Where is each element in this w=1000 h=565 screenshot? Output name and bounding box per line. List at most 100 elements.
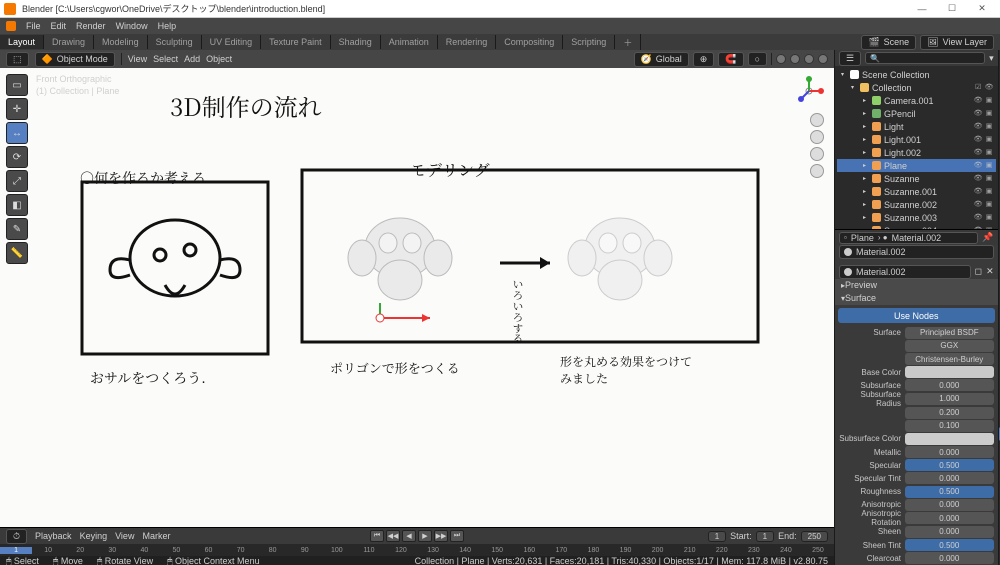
shading-rendered-icon[interactable] xyxy=(818,54,828,64)
jump-start-button[interactable]: ⏮ xyxy=(370,530,384,542)
anisotropic-rot-field[interactable]: 0.000 xyxy=(905,512,994,524)
mode-selector[interactable]: 🔶 Object Mode xyxy=(35,52,115,67)
metallic-field[interactable]: 0.000 xyxy=(905,446,994,458)
tl-menu-marker[interactable]: Marker xyxy=(142,531,170,541)
specular-tint-field[interactable]: 0.000 xyxy=(905,472,994,484)
frame-tick[interactable]: 30 xyxy=(96,547,128,554)
menu-file[interactable]: File xyxy=(26,21,41,31)
tab-compositing[interactable]: Compositing xyxy=(496,35,563,49)
play-reverse-button[interactable]: ◀ xyxy=(402,530,416,542)
timeline-editor-icon[interactable]: ⏱ xyxy=(6,529,27,544)
window-close-button[interactable]: ✕ xyxy=(968,2,996,16)
pin-icon[interactable]: 📌 xyxy=(982,232,993,243)
outliner-item[interactable]: ▸Light.001👁▣ xyxy=(837,133,996,146)
clearcoat-field[interactable]: 0.000 xyxy=(905,552,994,564)
end-frame-field[interactable]: 250 xyxy=(801,531,828,542)
tool-select-box[interactable]: ▭ xyxy=(6,74,28,96)
frame-tick[interactable]: 220 xyxy=(706,547,738,554)
sheen-field[interactable]: 0.000 xyxy=(905,526,994,538)
menu-select[interactable]: Select xyxy=(153,54,178,64)
outliner-item[interactable]: ▸Suzanne.001👁▣ xyxy=(837,185,996,198)
frame-tick[interactable]: 40 xyxy=(128,547,160,554)
use-nodes-button[interactable]: Use Nodes xyxy=(838,308,995,323)
tool-scale[interactable]: ⤢ xyxy=(6,170,28,192)
viewport-3d[interactable]: ▭ ✛ ↔ ⟳ ⤢ ◧ ✎ 📏 Front Orthographic (1) C… xyxy=(0,68,834,527)
sss-radius-2[interactable]: 0.100 xyxy=(905,420,994,432)
viewlayer-selector[interactable]: 🖼 View Layer xyxy=(920,35,994,50)
roughness-field[interactable]: 0.500 xyxy=(905,486,994,498)
unlink-icon[interactable]: ✕ xyxy=(986,266,994,277)
frame-tick[interactable]: 110 xyxy=(353,547,385,554)
sss-method-dropdown[interactable]: Christensen-Burley xyxy=(905,353,994,365)
keyframe-next-button[interactable]: ▶▶ xyxy=(434,530,448,542)
frame-tick[interactable]: 240 xyxy=(770,547,802,554)
current-frame-field[interactable]: 1 xyxy=(708,531,726,542)
outliner-item[interactable]: ▸Suzanne.003👁▣ xyxy=(837,211,996,224)
tab-layout[interactable]: Layout xyxy=(0,35,44,49)
new-material-icon[interactable]: ◻ xyxy=(975,266,982,277)
tab-scripting[interactable]: Scripting xyxy=(563,35,615,49)
subsurface-field[interactable]: 0.000 xyxy=(905,379,994,391)
frame-tick[interactable]: 170 xyxy=(545,547,577,554)
tab-rendering[interactable]: Rendering xyxy=(438,35,497,49)
material-slot[interactable]: Material.002 xyxy=(839,245,994,259)
sss-color-swatch[interactable] xyxy=(905,433,994,445)
window-maximize-button[interactable]: ☐ xyxy=(938,2,966,16)
ortho-icon[interactable] xyxy=(810,164,824,178)
menu-view[interactable]: View xyxy=(128,54,147,64)
frame-tick[interactable]: 100 xyxy=(321,547,353,554)
specular-field[interactable]: 0.500 xyxy=(905,459,994,471)
pivot-dropdown[interactable]: ⊕ xyxy=(693,52,715,67)
play-button[interactable]: ▶ xyxy=(418,530,432,542)
window-minimize-button[interactable]: — xyxy=(908,2,936,16)
frame-tick[interactable]: 150 xyxy=(481,547,513,554)
sss-radius-1[interactable]: 0.200 xyxy=(905,407,994,419)
tab-uvediting[interactable]: UV Editing xyxy=(202,35,262,49)
nav-gizmo[interactable] xyxy=(794,76,824,106)
tool-cursor[interactable]: ✛ xyxy=(6,98,28,120)
material-selector[interactable]: Material.002 xyxy=(839,265,971,279)
outliner-item[interactable]: ▸GPencil👁▣ xyxy=(837,107,996,120)
filter-icon[interactable]: ▾ xyxy=(989,53,994,64)
shading-wire-icon[interactable] xyxy=(776,54,786,64)
tab-drawing[interactable]: Drawing xyxy=(44,35,94,49)
tool-transform[interactable]: ◧ xyxy=(6,194,28,216)
frame-tick[interactable]: 120 xyxy=(385,547,417,554)
surface-section[interactable]: ▾ Surface xyxy=(835,292,998,305)
menu-edit[interactable]: Edit xyxy=(51,21,67,31)
preview-section[interactable]: ▸ Preview xyxy=(835,279,998,292)
zoom-icon[interactable] xyxy=(810,113,824,127)
menu-help[interactable]: Help xyxy=(158,21,177,31)
tab-shading[interactable]: Shading xyxy=(331,35,381,49)
tool-rotate[interactable]: ⟳ xyxy=(6,146,28,168)
frame-tick[interactable]: 140 xyxy=(449,547,481,554)
frame-tick[interactable]: 190 xyxy=(609,547,641,554)
outliner-item[interactable]: ▸Light👁▣ xyxy=(837,120,996,133)
frame-tick[interactable]: 90 xyxy=(289,547,321,554)
frame-tick[interactable]: 210 xyxy=(674,547,706,554)
frame-tick[interactable]: 200 xyxy=(642,547,674,554)
outliner-item[interactable]: ▸Light.002👁▣ xyxy=(837,146,996,159)
menu-render[interactable]: Render xyxy=(76,21,106,31)
tab-modeling[interactable]: Modeling xyxy=(94,35,148,49)
shading-solid-icon[interactable] xyxy=(790,54,800,64)
sss-radius-0[interactable]: 1.000 xyxy=(905,393,994,405)
tl-menu-view[interactable]: View xyxy=(115,531,134,541)
keyframe-prev-button[interactable]: ◀◀ xyxy=(386,530,400,542)
outliner-item[interactable]: ▸Suzanne.004👁▣ xyxy=(837,224,996,229)
outliner-scene-collection[interactable]: ▾Scene Collection xyxy=(837,68,996,81)
pan-icon[interactable] xyxy=(810,130,824,144)
sheen-tint-field[interactable]: 0.500 xyxy=(905,539,994,551)
tool-measure[interactable]: 📏 xyxy=(6,242,28,264)
anisotropic-field[interactable]: 0.000 xyxy=(905,499,994,511)
outliner-item[interactable]: ▸Plane👁▣ xyxy=(837,159,996,172)
tl-menu-keying[interactable]: Keying xyxy=(80,531,108,541)
shading-lookdev-icon[interactable] xyxy=(804,54,814,64)
tl-menu-playback[interactable]: Playback xyxy=(35,531,72,541)
timeline-ruler[interactable]: 1102030405060708090100110120130140150160… xyxy=(0,544,834,556)
surface-shader-dropdown[interactable]: Principled BSDF xyxy=(905,327,994,339)
menu-object[interactable]: Object xyxy=(206,54,232,64)
tool-annotate[interactable]: ✎ xyxy=(6,218,28,240)
frame-tick[interactable]: 20 xyxy=(64,547,96,554)
outliner-item[interactable]: ▸Suzanne.002👁▣ xyxy=(837,198,996,211)
